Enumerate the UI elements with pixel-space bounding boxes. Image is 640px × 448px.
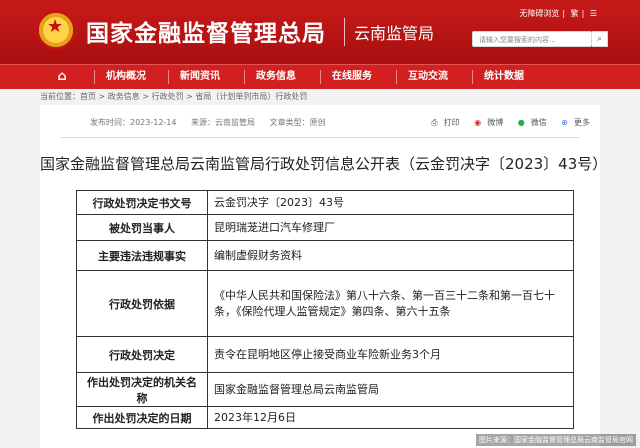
nav-item-news[interactable]: 新闻资讯 (174, 65, 226, 89)
breadcrumb-separator: > (183, 92, 196, 101)
breadcrumb-home[interactable]: 首页 (80, 92, 96, 101)
nav-item-online-services[interactable]: 在线服务 (326, 65, 378, 89)
publish-date: 发布时间：2023-12-14 (90, 118, 177, 127)
top-links: 无障碍浏览 | 繁 | ☰ (519, 9, 597, 18)
document-title: 国家金融监督管理总局云南监管局行政处罚信息公开表（云金罚决字〔2023〕43号） (40, 155, 608, 173)
breadcrumb-label: 当前位置： (40, 92, 80, 101)
row-key: 行政处罚依据 (76, 270, 208, 337)
main-nav: ⌂ 机构概况 新闻资讯 政务信息 在线服务 互动交流 统计数据 (0, 64, 640, 89)
nav-item-about[interactable]: 机构概况 (100, 65, 152, 89)
nav-separator (396, 70, 397, 84)
branch-name[interactable]: 云南监管局 (354, 20, 434, 44)
more-icon: ⊕ (561, 118, 568, 127)
image-source-watermark: 图片来源：国家金融监督管理总局云南监管局官网 (476, 434, 636, 446)
more-button[interactable]: ⊕ 更多 (555, 118, 590, 127)
row-value: 《中华人民共和国保险法》第八十六条、第一百三十二条和第一百七十条，《保险代理人监… (207, 270, 574, 337)
row-key: 行政处罚决定书文号 (76, 190, 208, 215)
search-icon[interactable]: ⌕ (592, 31, 608, 47)
search-input[interactable]: 请输入您要搜索的内容... (472, 31, 592, 47)
table-row: 行政处罚依据 《中华人民共和国保险法》第八十六条、第一百三十二条和第一百七十条，… (76, 270, 574, 337)
breadcrumb-government-info[interactable]: 政务信息 (108, 92, 140, 101)
table-row: 作出处罚决定的机关名称 国家金融监督管理总局云南监管局 (76, 372, 574, 407)
article-panel: 发布时间：2023-12-14 来源：云南监管局 文章类型：原创 ⎙ 打印 ◉ 微博… (40, 105, 608, 448)
row-value: 昆明瑞茏进口汽车修理厂 (207, 214, 574, 241)
table-row: 被处罚当事人 昆明瑞茏进口汽车修理厂 (76, 214, 574, 241)
weibo-icon: ◉ (474, 118, 482, 127)
nav-separator (244, 70, 245, 84)
row-value: 编制虚假财务资料 (207, 240, 574, 271)
row-value: 云金罚决字〔2023〕43号 (207, 190, 574, 215)
site-header: 国家金融监督管理总局 云南监管局 无障碍浏览| 繁| ☰ 请输入您要搜索的内容.… (0, 0, 640, 64)
breadcrumb-separator: > (139, 92, 152, 101)
site-title[interactable]: 国家金融监督管理总局 (86, 14, 326, 48)
article-source: 来源：云南监管局 (191, 118, 256, 127)
nav-item-statistics[interactable]: 统计数据 (478, 65, 530, 89)
row-key: 作出处罚决定的日期 (76, 406, 208, 429)
table-row: 行政处罚决定书文号 云金罚决字〔2023〕43号 (76, 190, 574, 215)
header-divider (344, 18, 345, 46)
row-key: 被处罚当事人 (76, 214, 208, 241)
table-row: 行政处罚决定 责令在昆明地区停止接受商业车险新业务3个月 (76, 336, 574, 373)
article-meta: 发布时间：2023-12-14 来源：云南监管局 文章类型：原创 (90, 117, 338, 128)
nav-separator (168, 70, 169, 84)
accessibility-link[interactable]: 无障碍浏览 (519, 9, 559, 18)
nav-item-government-info[interactable]: 政务信息 (250, 65, 302, 89)
wechat-icon: ● (517, 118, 525, 127)
meta-divider (60, 137, 580, 138)
more-label: 更多 (574, 118, 590, 127)
home-icon[interactable]: ⌂ (44, 65, 80, 89)
nav-separator (94, 70, 95, 84)
table-row: 作出处罚决定的日期 2023年12月6日 (76, 406, 574, 429)
row-value: 2023年12月6日 (207, 406, 574, 429)
nav-item-interaction[interactable]: 互动交流 (402, 65, 454, 89)
weibo-button[interactable]: ◉ 微博 (468, 118, 503, 127)
article-type: 文章类型：原创 (269, 118, 326, 127)
wechat-label: 微信 (530, 118, 547, 127)
wechat-button[interactable]: ● 微信 (512, 118, 547, 127)
print-label: 打印 (443, 118, 460, 127)
row-value: 国家金融监督管理总局云南监管局 (207, 372, 574, 407)
print-icon: ⎙ (431, 118, 438, 127)
nav-separator (320, 70, 321, 84)
weibo-label: 微博 (487, 118, 504, 127)
row-key: 行政处罚决定 (76, 336, 208, 373)
breadcrumb-separator: > (96, 92, 108, 101)
breadcrumb-penalties[interactable]: 行政处罚 (152, 92, 184, 101)
table-row: 主要违法违规事实 编制虚假财务资料 (76, 240, 574, 271)
row-value: 责令在昆明地区停止接受商业车险新业务3个月 (207, 336, 574, 373)
row-key: 主要违法违规事实 (76, 240, 208, 271)
share-bar: ⎙ 打印 ◉ 微博 ● 微信 ⊕ 更多 (419, 117, 590, 128)
penalty-info-table: 行政处罚决定书文号 云金罚决字〔2023〕43号 被处罚当事人 昆明瑞茏进口汽车… (76, 190, 574, 429)
menu-icon[interactable]: ☰ (590, 9, 597, 18)
row-key: 作出处罚决定的机关名称 (76, 372, 208, 407)
traditional-chinese-link[interactable]: 繁 (571, 9, 579, 18)
print-button[interactable]: ⎙ 打印 (425, 118, 459, 127)
nav-separator (472, 70, 473, 84)
breadcrumb-provincial-penalties[interactable]: 省局（计划单列市局）行政处罚 (195, 92, 307, 101)
national-emblem-logo (36, 10, 76, 50)
breadcrumb: 当前位置：首页 > 政务信息 > 行政处罚 > 省局（计划单列市局）行政处罚 (40, 91, 307, 102)
